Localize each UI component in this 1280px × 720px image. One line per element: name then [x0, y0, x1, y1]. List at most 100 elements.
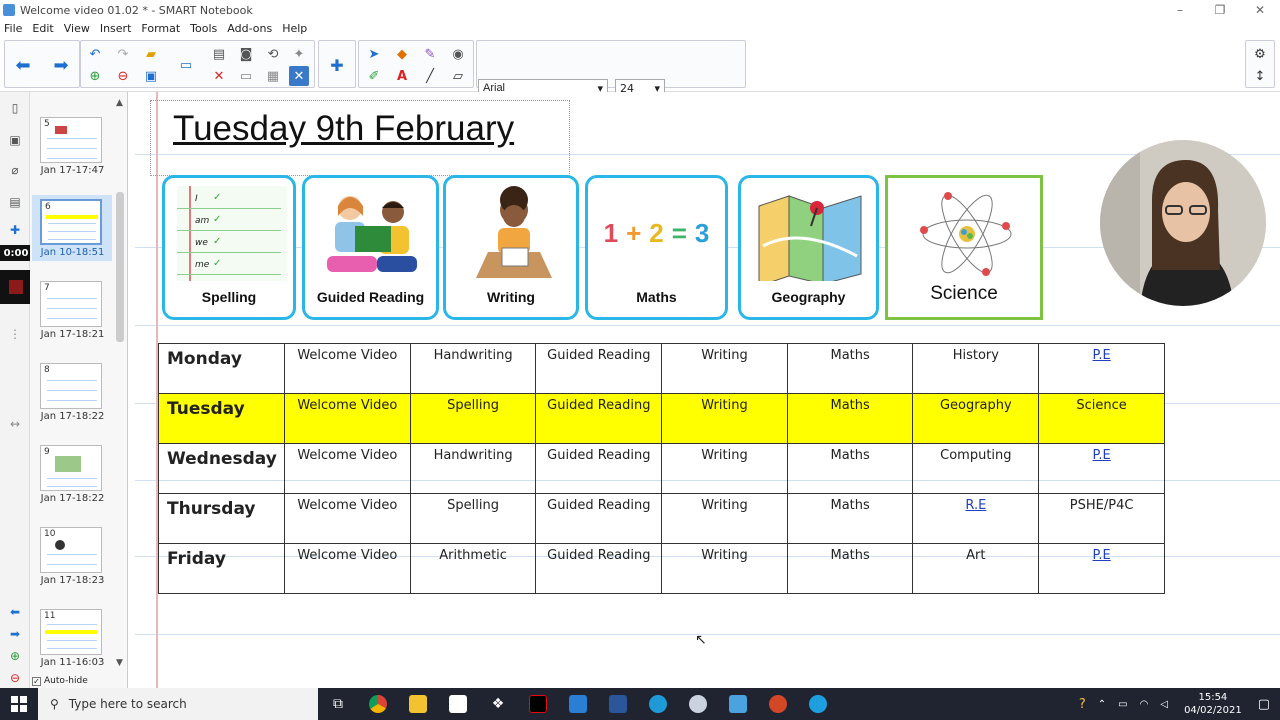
- page-sorter-tab-icon[interactable]: ▯: [5, 98, 25, 118]
- undo-icon[interactable]: ↶: [85, 44, 105, 64]
- properties-tab-icon[interactable]: ▤: [5, 192, 25, 212]
- lesson-cell[interactable]: Welcome Video: [283, 443, 411, 494]
- maximize-button[interactable]: ❐: [1200, 0, 1240, 20]
- lesson-cell[interactable]: Science: [1038, 393, 1165, 444]
- redo-icon[interactable]: ↷: [113, 44, 133, 64]
- lesson-cell[interactable]: Geography: [912, 393, 1040, 444]
- page-thumbnail[interactable]: 5: [40, 117, 102, 163]
- addons-tab-icon[interactable]: ✚: [5, 220, 25, 240]
- page-thumbnail[interactable]: 10: [40, 527, 102, 573]
- menu-add-ons[interactable]: Add-ons: [227, 22, 272, 35]
- collapse-icon[interactable]: ⋮: [5, 324, 25, 344]
- lesson-cell[interactable]: P.E: [1038, 343, 1165, 394]
- mail-icon[interactable]: [558, 688, 598, 720]
- day-cell[interactable]: Thursday: [158, 493, 285, 544]
- add-page-icon[interactable]: ⊕: [85, 66, 105, 86]
- lesson-cell[interactable]: Spelling: [409, 493, 537, 544]
- file-explorer-icon[interactable]: [398, 688, 438, 720]
- gear-icon[interactable]: ⚙: [1250, 44, 1270, 64]
- battery-icon[interactable]: ▭: [1118, 699, 1127, 710]
- open-folder-icon[interactable]: ▰: [141, 44, 161, 64]
- day-cell[interactable]: Wednesday: [158, 443, 285, 494]
- lesson-link[interactable]: P.E: [1093, 548, 1111, 563]
- notification-icon[interactable]: ▢: [1258, 697, 1270, 712]
- lesson-cell[interactable]: Welcome Video: [283, 393, 411, 444]
- lesson-cell[interactable]: Welcome Video: [283, 543, 411, 594]
- lesson-cell[interactable]: Guided Reading: [535, 343, 663, 394]
- windows-start-button[interactable]: [0, 688, 38, 720]
- remove-icon[interactable]: ⊖: [5, 668, 25, 688]
- lesson-cell[interactable]: PSHE/P4C: [1038, 493, 1165, 544]
- day-cell[interactable]: Tuesday: [158, 393, 285, 444]
- page-thumbnail[interactable]: 8: [40, 363, 102, 409]
- lesson-cell[interactable]: Computing: [912, 443, 1040, 494]
- add-icon[interactable]: ⊕: [5, 646, 25, 666]
- lesson-cell[interactable]: Maths: [786, 443, 914, 494]
- spelling-card[interactable]: I am we me ✓ ✓ ✓ ✓ Spelling: [162, 175, 296, 320]
- lesson-cell[interactable]: Maths: [786, 543, 914, 594]
- save-icon[interactable]: ▣: [141, 66, 161, 86]
- scrollbar-thumb[interactable]: [116, 192, 124, 342]
- lesson-cell[interactable]: Guided Reading: [535, 393, 663, 444]
- delete-icon[interactable]: ✕: [209, 66, 229, 86]
- chrome-icon[interactable]: [358, 688, 398, 720]
- previous-page-arrow-icon[interactable]: ⬅: [13, 55, 33, 76]
- resize-handle-icon[interactable]: ↔: [5, 414, 25, 434]
- scroll-up-icon[interactable]: ▲: [116, 98, 123, 108]
- lesson-link[interactable]: R.E: [965, 498, 986, 513]
- volume-icon[interactable]: ◁: [1160, 699, 1168, 710]
- wifi-icon[interactable]: ◠: [1140, 699, 1149, 710]
- geography-card[interactable]: Geography: [738, 175, 879, 320]
- text-icon[interactable]: A: [392, 66, 412, 86]
- day-cell[interactable]: Monday: [158, 343, 285, 394]
- line-icon[interactable]: ╱: [420, 66, 440, 86]
- smart-ink-icon[interactable]: [678, 688, 718, 720]
- settings-tool-icon[interactable]: ✦: [289, 44, 309, 64]
- lesson-cell[interactable]: R.E: [912, 493, 1040, 544]
- lesson-cell[interactable]: Maths: [786, 493, 914, 544]
- menu-edit[interactable]: Edit: [32, 22, 53, 35]
- lesson-cell[interactable]: Art: [912, 543, 1040, 594]
- page-thumbnail[interactable]: 11: [40, 609, 102, 655]
- dropbox-icon[interactable]: ❖: [478, 688, 518, 720]
- paste-icon[interactable]: ▤: [209, 44, 229, 64]
- next-page-arrow-icon[interactable]: ➡: [51, 55, 71, 76]
- menu-file[interactable]: File: [4, 22, 22, 35]
- notebook-page-canvas[interactable]: Tuesday 9th February I am we me ✓ ✓ ✓ ✓ …: [135, 92, 1280, 688]
- lesson-link[interactable]: P.E: [1093, 348, 1111, 363]
- rotate-icon[interactable]: ⟲: [263, 44, 283, 64]
- next-arrow-icon[interactable]: ➡: [5, 624, 25, 644]
- delete-page-icon[interactable]: ⊖: [113, 66, 133, 86]
- move-toolbar-icon[interactable]: ↕: [1250, 66, 1270, 86]
- lesson-cell[interactable]: Handwriting: [409, 343, 537, 394]
- maths-card[interactable]: 1 + 2 = 3 Maths: [585, 175, 728, 320]
- lesson-cell[interactable]: Spelling: [409, 393, 537, 444]
- lesson-cell[interactable]: Writing: [661, 393, 788, 444]
- gallery-tab-icon[interactable]: ▣: [5, 130, 25, 150]
- lesson-link[interactable]: P.E: [1093, 448, 1111, 463]
- table-icon[interactable]: ▦: [263, 66, 283, 86]
- lesson-cell[interactable]: Guided Reading: [535, 543, 663, 594]
- menu-format[interactable]: Format: [141, 22, 180, 35]
- writing-card[interactable]: Writing: [443, 175, 579, 320]
- close-button[interactable]: ✕: [1240, 0, 1280, 20]
- lesson-cell[interactable]: Writing: [661, 343, 788, 394]
- lesson-cell[interactable]: Writing: [661, 543, 788, 594]
- shapes-icon[interactable]: ◆: [392, 44, 412, 64]
- minimize-button[interactable]: –: [1160, 0, 1200, 20]
- puzzle-addons-icon[interactable]: ✚: [327, 55, 347, 75]
- pens-icon[interactable]: ✐: [364, 66, 384, 86]
- fill-icon[interactable]: ◉: [448, 44, 468, 64]
- display-screen-icon[interactable]: ▭: [176, 55, 196, 75]
- magic-pen-icon[interactable]: ✎: [420, 44, 440, 64]
- page-thumbnail[interactable]: 9: [40, 445, 102, 491]
- store-icon[interactable]: [438, 688, 478, 720]
- powerpoint-icon[interactable]: [758, 688, 798, 720]
- help-icon[interactable]: ?: [1079, 697, 1086, 712]
- lesson-cell[interactable]: Guided Reading: [535, 443, 663, 494]
- netflix-icon[interactable]: [518, 688, 558, 720]
- day-cell[interactable]: Friday: [158, 543, 285, 594]
- screen-shade-icon[interactable]: ▭: [236, 66, 256, 86]
- lesson-cell[interactable]: Maths: [786, 393, 914, 444]
- lesson-cell[interactable]: P.E: [1038, 443, 1165, 494]
